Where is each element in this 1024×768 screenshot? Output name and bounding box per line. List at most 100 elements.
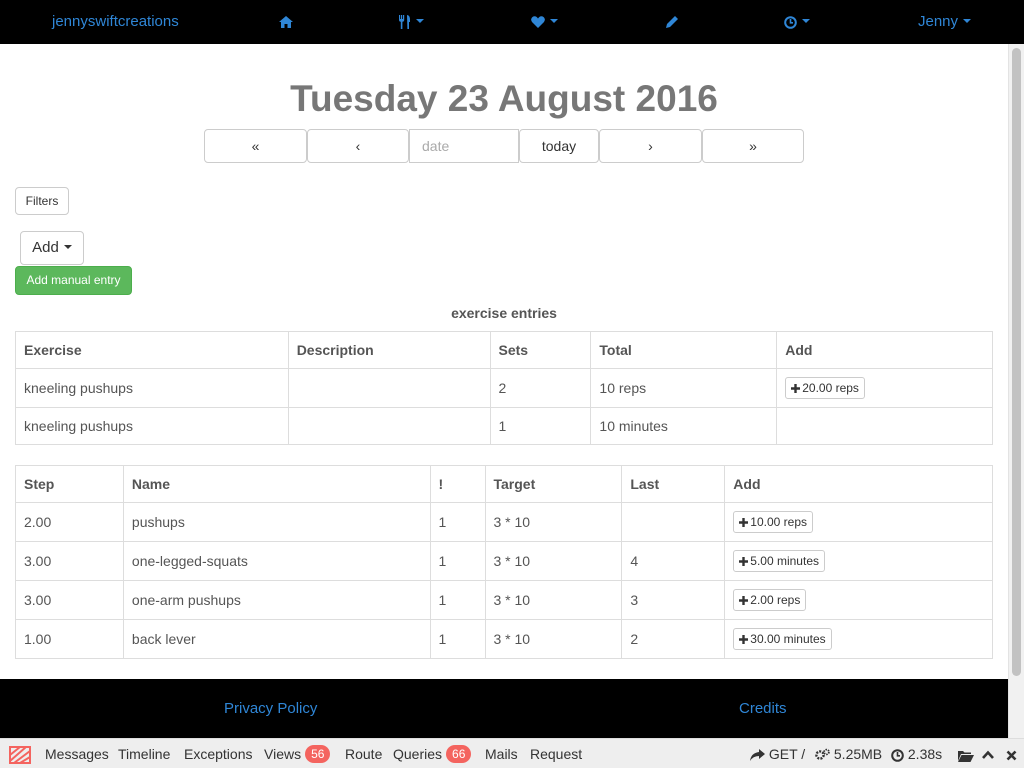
table-row: kneeling pushups 1 10 minutes [15, 407, 993, 445]
step-cell: 2.00 [15, 502, 124, 542]
name-cell: one-legged-squats [122, 541, 431, 581]
add-cell: 20.00 reps [776, 368, 993, 408]
add-cell: 30.00 minutes [724, 619, 993, 659]
column-header: Description [287, 331, 491, 369]
request-tab[interactable]: Request [530, 739, 582, 768]
brand-link[interactable]: jennyswiftcreations [52, 0, 179, 44]
home-nav-button[interactable] [279, 0, 293, 44]
column-header: Total [590, 331, 778, 369]
add-manual-entry-button[interactable]: Add manual entry [15, 266, 132, 295]
last-cell [621, 502, 726, 542]
journal-nav-button[interactable] [666, 0, 678, 44]
chevron-up-icon [982, 750, 994, 760]
table-header-row: Step Name ! Target Last Add [15, 465, 993, 503]
priority-cell: 1 [429, 619, 486, 659]
pencil-icon [666, 16, 678, 29]
add-button-label: 5.00 minutes [750, 554, 819, 568]
heart-icon [531, 16, 545, 29]
top-navbar: jennyswiftcreations Jenny [0, 0, 1024, 44]
next-day-button[interactable]: › [599, 129, 702, 163]
minimize-button[interactable] [982, 739, 994, 768]
laravel-logo-icon [9, 746, 31, 765]
views-tab[interactable]: Views 56 [264, 739, 331, 768]
add-reps-button[interactable]: 20.00 reps [785, 377, 865, 399]
previous-day-button[interactable]: ‹ [307, 129, 409, 163]
exercise-entries-table: Exercise Description Sets Total Add knee… [15, 331, 993, 445]
home-icon [279, 16, 293, 29]
chevron-down-icon [63, 245, 72, 250]
open-folder-button[interactable] [958, 739, 974, 768]
column-header: Add [776, 331, 993, 369]
health-menu-dropdown[interactable] [531, 0, 558, 44]
filters-button[interactable]: Filters [15, 187, 69, 215]
date-input[interactable]: date [409, 129, 519, 163]
time-label: 2.38s [907, 746, 943, 762]
add-cell: 5.00 minutes [724, 541, 993, 581]
target-cell: 3 * 10 [484, 619, 623, 659]
exercise-series-table: Step Name ! Target Last Add 2.00 pushups… [15, 465, 993, 659]
priority-cell: 1 [429, 580, 486, 620]
add-button-label: 10.00 reps [750, 515, 807, 529]
plus-icon [739, 596, 749, 605]
page-footer: Privacy Policy Credits [0, 679, 1008, 738]
exceptions-tab[interactable]: Exceptions [184, 739, 252, 768]
table-header-row: Exercise Description Sets Total Add [15, 331, 993, 369]
today-button[interactable]: today [519, 129, 599, 163]
add-dropdown-button[interactable]: Add [20, 231, 84, 265]
messages-tab[interactable]: Messages [45, 739, 109, 768]
table-row: 3.00 one-arm pushups 1 3 * 10 3 2.00 rep… [15, 580, 993, 620]
clock-icon [784, 15, 797, 29]
queries-count-badge: 66 [446, 745, 472, 763]
timeline-tab[interactable]: Timeline [118, 739, 170, 768]
page-title: Tuesday 23 August 2016 [290, 78, 718, 119]
debugbar-logo-button[interactable] [9, 739, 31, 768]
add-entry-button[interactable]: 2.00 reps [733, 589, 807, 611]
exercise-cell: kneeling pushups [15, 368, 289, 408]
description-cell [287, 407, 491, 445]
close-debugbar-button[interactable] [1006, 739, 1017, 768]
add-cell: 2.00 reps [724, 580, 993, 620]
last-page-button[interactable]: » [702, 129, 804, 163]
memory-indicator: 5.25MB [815, 739, 882, 768]
table-row: 3.00 one-legged-squats 1 3 * 10 4 5.00 m… [15, 541, 993, 581]
food-menu-dropdown[interactable] [399, 0, 424, 44]
name-cell: back lever [122, 619, 431, 659]
exercise-cell: kneeling pushups [15, 407, 289, 445]
scrollbar-thumb[interactable] [1012, 48, 1021, 676]
queries-tab[interactable]: Queries 66 [393, 739, 472, 768]
memory-label: 5.25MB [833, 746, 883, 762]
name-cell: one-arm pushups [122, 580, 431, 620]
chevron-down-icon [802, 19, 810, 24]
credits-link[interactable]: Credits [739, 700, 787, 717]
timer-menu-dropdown[interactable] [784, 0, 810, 44]
debug-bar: Messages Timeline Exceptions Views 56 Rou… [0, 738, 1024, 768]
entries-title: exercise entries [451, 305, 557, 321]
sets-cell: 1 [489, 407, 592, 445]
add-cell [776, 407, 993, 445]
table-row: 1.00 back lever 1 3 * 10 2 30.00 minutes [15, 619, 993, 659]
request-method-indicator[interactable]: GET / [750, 739, 805, 768]
add-cell: 10.00 reps [724, 502, 993, 542]
add-entry-button[interactable]: 5.00 minutes [733, 550, 825, 572]
mails-tab[interactable]: Mails [485, 739, 518, 768]
step-cell: 3.00 [15, 541, 124, 581]
first-page-button[interactable]: « [204, 129, 307, 163]
name-cell: pushups [122, 502, 431, 542]
last-cell: 3 [621, 580, 726, 620]
step-cell: 3.00 [15, 580, 124, 620]
privacy-policy-link[interactable]: Privacy Policy [224, 700, 317, 717]
priority-cell: 1 [429, 541, 486, 581]
add-entry-button[interactable]: 30.00 minutes [733, 628, 832, 650]
total-cell: 10 minutes [590, 407, 778, 445]
date-navigation: « ‹ date today › » [204, 129, 804, 163]
route-tab[interactable]: Route [345, 739, 382, 768]
add-entry-button[interactable]: 10.00 reps [733, 511, 813, 533]
views-label: Views [264, 746, 302, 762]
total-cell: 10 reps [590, 368, 778, 408]
target-cell: 3 * 10 [484, 502, 623, 542]
last-cell: 4 [621, 541, 726, 581]
user-menu-dropdown[interactable]: Jenny [918, 0, 972, 44]
column-header: Add [724, 465, 993, 503]
table-row: kneeling pushups 2 10 reps 20.00 reps [15, 368, 993, 408]
user-name: Jenny [918, 13, 959, 30]
